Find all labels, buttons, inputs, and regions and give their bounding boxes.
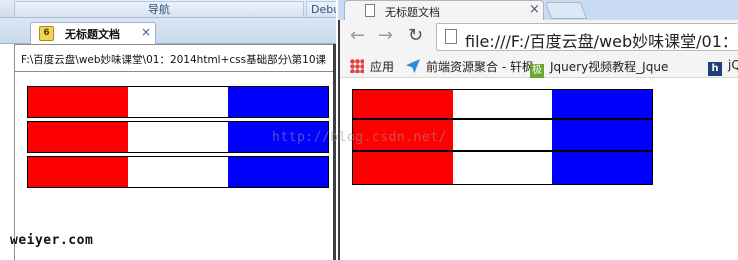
blue-stripe [228,87,328,117]
tricolor-box-3 [27,156,329,188]
dreamweaver-file-icon: 6 [39,26,54,41]
file-path-text: F:\百度云盘\web妙味课堂\01：2014html+css基础部分\第10课 [21,54,326,66]
red-stripe [28,122,128,152]
window-divider [333,44,336,260]
bookmark-jq[interactable]: h jQ [708,58,738,76]
bookmark-label: Jquery视频教程_Jque [550,60,669,74]
document-tab[interactable]: 6 无标题文档 × [30,22,156,44]
h-icon: h [708,62,722,76]
bookmark-label: 前端资源聚合 - 轩枫 [426,60,534,74]
white-stripe [128,87,228,117]
bookmark-jquery-tutorial[interactable]: 极 Jquery视频教程_Jque [530,58,669,78]
bookmark-frontend-resources[interactable]: 前端资源聚合 - 轩枫 [406,58,534,74]
table-row [353,90,653,120]
browser-tab[interactable]: 无标题文档 × [344,0,544,20]
white-cell [452,90,553,118]
forward-arrow-icon[interactable]: → [378,26,393,46]
csdn-watermark: http://blog.csdn.net/ [272,130,447,145]
browser-toolbar: ← → ↻ file:///F:/百度云盘/web妙味课堂/01： [338,20,738,54]
browser-tab-title: 无标题文档 [385,6,440,19]
red-cell [353,152,453,184]
document-tabstrip: 6 无标题文档 × [0,18,336,44]
design-view-border [14,72,15,260]
browser-tabstrip: 无标题文档 × [338,0,738,20]
blue-cell [552,120,653,150]
table-row [353,152,653,184]
new-tab-button[interactable] [544,2,588,19]
close-tab-icon[interactable]: × [141,25,151,39]
document-tab-label: 无标题文档 [65,28,120,41]
white-cell [452,152,553,184]
close-tab-icon[interactable]: × [529,2,540,17]
white-stripe [128,157,228,187]
telegram-icon [406,59,420,73]
weiyer-watermark: weiyer.com [10,233,94,248]
tricolor-box-1 [27,86,329,118]
reload-icon[interactable]: ↻ [408,26,423,46]
bookmarks-bar: 应用 前端资源聚合 - 轩枫 极 Jquery视频教程_Jque h jQ [338,54,738,78]
apps-icon [350,59,364,73]
page-icon [365,4,375,17]
bookmark-label: 应用 [370,60,395,74]
jquery-icon: 极 [530,64,544,78]
blue-stripe [228,157,328,187]
nav-panel-tab[interactable]: 导航 [14,1,304,17]
bookmark-apps[interactable]: 应用 [350,58,394,74]
red-stripe [28,87,128,117]
blue-cell [552,90,653,118]
page-icon [445,29,457,44]
back-arrow-icon[interactable]: ← [350,26,365,46]
white-stripe [128,122,228,152]
address-text: file:///F:/百度云盘/web妙味课堂/01： [465,32,738,51]
editor-topbar: 导航 Debu [0,0,336,18]
file-path-bar: F:\百度云盘\web妙味课堂\01：2014html+css基础部分\第10课 [14,44,336,72]
bookmark-label: jQ [728,58,738,72]
white-cell [452,120,553,150]
debug-panel-tab[interactable]: Debu [306,1,336,17]
red-cell [353,90,453,118]
blue-cell [552,152,653,184]
red-stripe [28,157,128,187]
address-bar[interactable]: file:///F:/百度云盘/web妙味课堂/01： [436,23,738,51]
